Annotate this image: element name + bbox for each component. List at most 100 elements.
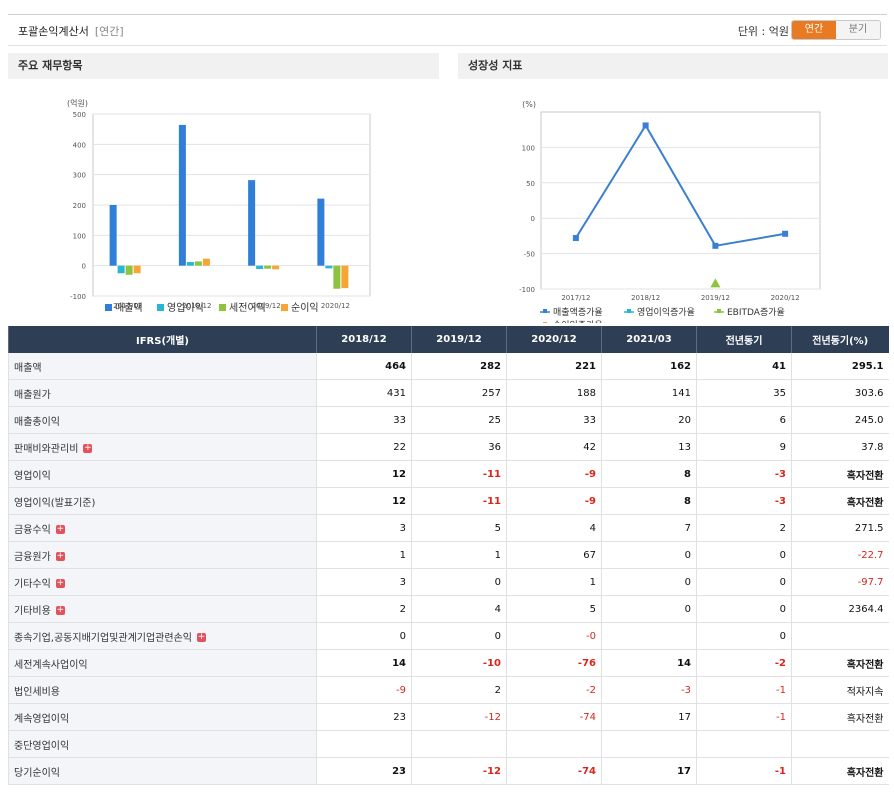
- legend-marker: [627, 309, 631, 313]
- value-cell: 25: [411, 406, 507, 434]
- yoy-percent-cell: [791, 730, 889, 758]
- y-tick-label: 50: [526, 180, 535, 188]
- table-row: 판매비와관리비 +22 36 42 13 9 37.8: [8, 433, 889, 461]
- row-label-text: 기타수익: [14, 578, 51, 590]
- value-cell: 36: [411, 433, 507, 461]
- value-cell: -11: [411, 487, 507, 515]
- header-cell-period: 2020/12: [506, 326, 602, 353]
- row-label: 매출액: [8, 353, 317, 380]
- value-cell: -74: [506, 703, 602, 731]
- value-cell: 7: [601, 514, 697, 542]
- row-label: 법인세비용: [8, 676, 317, 704]
- yoy-percent-cell: 흑자전환: [791, 757, 889, 785]
- legend-swatch: [157, 304, 164, 311]
- y-tick-label: 0: [531, 215, 535, 223]
- value-cell: 14: [601, 649, 697, 677]
- row-label: 매출총이익: [8, 406, 317, 434]
- expand-plus-icon[interactable]: +: [55, 606, 65, 615]
- row-label-text: 금융원가: [14, 551, 51, 563]
- table-row: 종속기업,공동지배기업및관계기업관련손익 +0 0 -0 0: [8, 622, 889, 650]
- legend-label: 매출액: [115, 302, 143, 314]
- row-label: 금융수익 +: [8, 514, 317, 542]
- expand-plus-icon[interactable]: +: [55, 552, 65, 561]
- yoy-percent-cell: 흑자전환: [791, 649, 889, 677]
- value-cell: -0: [506, 622, 602, 650]
- row-label-text: 영업이익(발표기준): [14, 497, 96, 509]
- value-cell: 0: [411, 622, 507, 650]
- value-cell: [601, 730, 697, 758]
- value-cell: -2: [506, 676, 602, 704]
- statement-header: 포괄손익계산서 [연간] 단위 : 억원 연간 분기: [8, 14, 887, 46]
- period-subtitle: [연간]: [94, 25, 124, 38]
- value-cell: 9: [696, 433, 792, 461]
- value-cell: 0: [601, 568, 697, 596]
- legend-label: 영업이익: [167, 301, 204, 314]
- y-tick-label: 500: [73, 111, 86, 119]
- main-items-chart-panel: 주요 재무항목 500 400 300 200 100 0 -100 (억원) 2017/12 2…: [8, 53, 439, 323]
- value-cell: -10: [411, 649, 507, 677]
- table-row: 금융수익 +3 5 4 7 2 271.5: [8, 514, 889, 542]
- bar: [109, 205, 117, 266]
- value-cell: 17: [601, 703, 697, 731]
- value-cell: 6: [696, 406, 792, 434]
- row-label: 금융원가 +: [8, 541, 317, 569]
- value-cell: 2: [696, 514, 792, 542]
- x-tick-label: 2020/12: [771, 294, 800, 302]
- value-cell: 5: [411, 514, 507, 542]
- value-cell: 282: [411, 353, 507, 380]
- data-point: [642, 122, 649, 129]
- annual-toggle-button[interactable]: 연간: [792, 21, 836, 39]
- bar: [272, 265, 280, 270]
- table-row: 기타비용 +2 4 5 0 0 2364.4: [8, 595, 889, 623]
- quarterly-toggle-button[interactable]: 분기: [836, 21, 880, 39]
- legend-swatch: [219, 304, 226, 311]
- value-cell: 17: [601, 757, 697, 785]
- legend-swatch: [105, 304, 112, 311]
- row-label: 영업이익: [8, 460, 317, 488]
- row-label: 중단영업이익: [8, 730, 317, 758]
- bar: [133, 265, 141, 274]
- row-label-text: 영업이익: [14, 470, 51, 482]
- bar: [341, 265, 349, 289]
- plot-area: [540, 111, 821, 290]
- legend-label: 순이익증가율: [553, 319, 603, 323]
- value-cell: 23: [316, 703, 412, 731]
- value-cell: 14: [316, 649, 412, 677]
- yoy-percent-cell: -22.7: [791, 541, 889, 569]
- value-cell: 22: [316, 433, 412, 461]
- table-row: 기타수익 +3 0 1 0 0 -97.7: [8, 568, 889, 596]
- value-cell: 2: [411, 676, 507, 704]
- row-label-text: 법인세비용: [14, 686, 60, 698]
- bar: [317, 198, 325, 266]
- bar: [325, 265, 333, 269]
- value-cell: 0: [696, 568, 792, 596]
- expand-plus-icon[interactable]: +: [55, 579, 65, 588]
- value-cell: -9: [316, 676, 412, 704]
- value-cell: -76: [506, 649, 602, 677]
- value-cell: 257: [411, 379, 507, 407]
- value-cell: 67: [506, 541, 602, 569]
- value-cell: 4: [506, 514, 602, 542]
- yoy-percent-cell: 37.8: [791, 433, 889, 461]
- table-row: 매출액 464 282 221 162 41 295.1: [8, 353, 889, 380]
- yoy-percent-cell: 흑자전환: [791, 703, 889, 731]
- bar: [186, 262, 194, 266]
- value-cell: 1: [506, 568, 602, 596]
- main-items-bar-chart: 5004003002001000-100(억원)2017/12 2018/12 20…: [67, 98, 371, 314]
- value-cell: 5: [506, 595, 602, 623]
- value-cell: 35: [696, 379, 792, 407]
- value-cell: 3: [316, 514, 412, 542]
- row-label: 당기순이익: [8, 757, 317, 785]
- expand-plus-icon[interactable]: +: [55, 525, 65, 534]
- row-label: 매출원가: [8, 379, 317, 407]
- expand-plus-icon[interactable]: +: [196, 633, 206, 642]
- legend-label: 세전이익: [229, 302, 266, 314]
- value-cell: -74: [506, 757, 602, 785]
- value-cell: -9: [506, 487, 602, 515]
- expand-plus-icon[interactable]: +: [83, 444, 93, 453]
- data-point: [782, 230, 789, 237]
- main-items-chart-title: 주요 재무항목: [8, 53, 439, 79]
- row-label-text: 기타비용: [14, 605, 51, 617]
- value-cell: 1: [411, 541, 507, 569]
- value-cell: 0: [316, 622, 412, 650]
